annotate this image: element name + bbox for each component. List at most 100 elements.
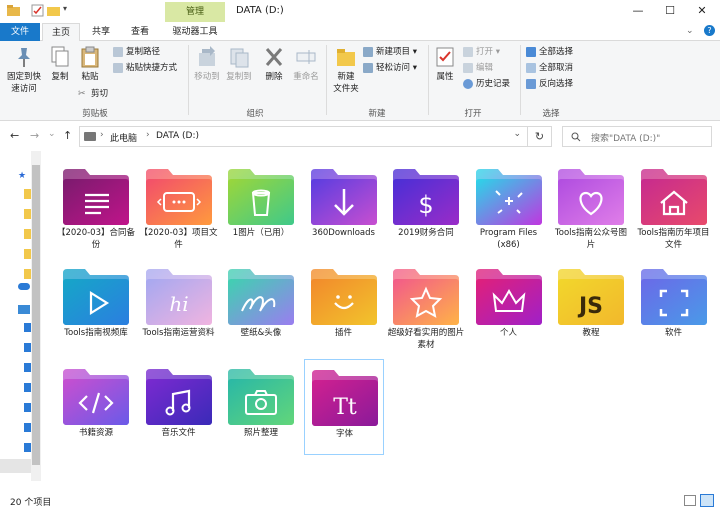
folder-item[interactable]: 1图片（已用） xyxy=(221,159,301,255)
minimize-button[interactable]: — xyxy=(622,0,654,22)
breadcrumb-this-pc[interactable]: 此电脑 xyxy=(110,131,137,144)
properties-button[interactable]: 属性 xyxy=(431,43,459,83)
nav-scrollbar[interactable] xyxy=(31,151,41,481)
folder-item[interactable]: 音乐文件 xyxy=(139,359,219,455)
folder-icon xyxy=(7,5,20,16)
folder-label: 音乐文件 xyxy=(161,428,196,438)
tab-home[interactable]: 主页 xyxy=(42,23,80,42)
up-button[interactable]: ↑ xyxy=(63,129,72,142)
copy-button[interactable]: 复制 xyxy=(46,43,74,83)
details-view-icon[interactable] xyxy=(684,495,696,506)
tab-view[interactable]: 查看 xyxy=(122,23,158,41)
heart-icon xyxy=(558,169,624,225)
tab-share[interactable]: 共享 xyxy=(83,23,119,41)
edit-button[interactable]: 编辑 xyxy=(463,61,493,75)
recent-locations-button[interactable]: ⌄ xyxy=(48,129,56,139)
move-to-icon xyxy=(199,46,215,66)
forward-button[interactable]: → xyxy=(30,129,39,142)
folder-item[interactable]: Tt 字体 xyxy=(303,359,384,455)
quick-access-star-icon[interactable]: ★ xyxy=(18,171,26,181)
refresh-button[interactable]: ↻ xyxy=(528,126,552,147)
folder-item[interactable]: 超级好看实用的图片素材 xyxy=(386,259,466,355)
paste-button[interactable]: 粘贴 xyxy=(76,43,104,83)
ribbon: 固定到快 速访问 复制 粘贴 复制路径 粘贴快捷方式 ✂ 剪切 剪贴板 移动到 复… xyxy=(0,41,720,121)
edit-icon xyxy=(463,62,473,73)
move-to-button[interactable]: 移动到 xyxy=(192,43,222,83)
paste-shortcut-button[interactable]: 粘贴快捷方式 xyxy=(113,61,177,75)
delete-button[interactable]: 删除 xyxy=(261,43,287,83)
pin-icon xyxy=(18,48,30,67)
address-dropdown-icon[interactable]: ⌄ xyxy=(513,129,521,139)
open-button[interactable]: 打开 ▾ xyxy=(463,45,500,59)
folder-item[interactable]: JS 教程 xyxy=(551,259,631,355)
maximize-button[interactable]: ☐ xyxy=(654,0,686,22)
history-button[interactable]: 历史记录 xyxy=(463,77,510,91)
tab-manage-context[interactable]: 管理 xyxy=(165,2,225,22)
move-to-label: 移动到 xyxy=(194,72,220,82)
group-organize-label: 组织 xyxy=(246,109,264,119)
folder-item[interactable]: 软件 xyxy=(634,259,714,355)
copy-to-button[interactable]: 复制到 xyxy=(224,43,254,83)
new-folder-qa-icon[interactable] xyxy=(47,4,60,17)
folder-item[interactable]: 插件 xyxy=(304,259,384,355)
folder-item[interactable]: Program Files (x86) xyxy=(469,159,549,255)
tab-file[interactable]: 文件 xyxy=(0,23,40,41)
copy-to-icon xyxy=(230,48,249,68)
qa-dropdown-icon[interactable]: ▾ xyxy=(63,4,76,17)
search-input[interactable]: 搜索"DATA (D:)" xyxy=(562,126,712,147)
help-icon[interactable]: ? xyxy=(704,25,715,36)
invert-selection-icon xyxy=(526,78,536,89)
svg-text:$: $ xyxy=(418,191,433,219)
crown-icon xyxy=(475,269,542,325)
folder-item[interactable]: 个人 xyxy=(469,259,549,355)
title-bar: ▾ 管理 DATA (D:) — ☐ ✕ xyxy=(0,0,720,23)
folder-item[interactable]: 【2020-03】项目文件 xyxy=(139,159,219,255)
nav-scrollbar-thumb[interactable] xyxy=(32,165,40,465)
new-item-button[interactable]: 新建项目 ▾ xyxy=(363,45,417,59)
tab-drive-tools[interactable]: 驱动器工具 xyxy=(162,23,228,41)
group-new-label: 新建 xyxy=(368,109,386,119)
expand-ribbon-icon[interactable]: ⌄ xyxy=(686,26,694,36)
select-all-button[interactable]: 全部选择 xyxy=(526,45,573,59)
easy-access-icon xyxy=(363,62,373,73)
folder-item[interactable]: hi Tools指南运营资料 xyxy=(139,259,219,355)
folder-item[interactable]: 书籍资源 xyxy=(56,359,136,455)
open-icon xyxy=(463,46,473,57)
pin-quick-access-button[interactable]: 固定到快 速访问 xyxy=(4,43,44,95)
copy-to-label: 复制到 xyxy=(226,72,252,82)
house-icon xyxy=(640,169,707,225)
invert-selection-label: 反向选择 xyxy=(539,79,574,89)
folder-item[interactable]: Tools指南视频库 xyxy=(56,259,136,355)
properties-qa-icon[interactable] xyxy=(31,4,44,17)
invert-selection-button[interactable]: 反向选择 xyxy=(526,77,573,91)
folder-item[interactable]: Tools指南公众号图片 xyxy=(551,159,631,255)
camera-icon xyxy=(228,369,294,425)
folder-item[interactable]: 照片整理 xyxy=(221,359,301,455)
rename-button[interactable]: 重命名 xyxy=(290,43,322,83)
large-icons-view-icon[interactable] xyxy=(700,494,714,507)
new-folder-button[interactable]: 新建 文件夹 xyxy=(329,43,363,95)
breadcrumb-data-drive[interactable]: DATA (D:) xyxy=(156,131,199,141)
new-folder-icon xyxy=(337,49,355,66)
folder-item[interactable]: Tools指南历年项目文件 xyxy=(634,159,714,255)
cut-button[interactable]: ✂ 剪切 xyxy=(78,87,108,101)
ribbon-separator xyxy=(188,45,189,115)
folder-item[interactable]: 壁纸&头像 xyxy=(221,259,301,355)
this-pc-icon[interactable] xyxy=(18,305,30,314)
new-item-icon xyxy=(363,46,373,57)
easy-access-button[interactable]: 轻松访问 ▾ xyxy=(363,61,417,75)
close-button[interactable]: ✕ xyxy=(686,0,718,22)
copy-path-button[interactable]: 复制路径 xyxy=(113,45,160,59)
properties-icon xyxy=(436,47,454,67)
folder-item[interactable]: 360Downloads xyxy=(304,159,384,255)
address-input[interactable]: › 此电脑 › DATA (D:) ⌄ xyxy=(79,126,528,147)
select-none-button[interactable]: 全部取消 xyxy=(526,61,573,75)
folder-item[interactable]: $2019财务合同 xyxy=(386,159,466,255)
folder-item[interactable]: 【2020-03】合同备份 xyxy=(56,159,136,255)
open-label: 打开 xyxy=(476,47,494,57)
back-button[interactable]: ← xyxy=(10,129,19,142)
ribbon-separator xyxy=(520,45,521,115)
selected-nav-item[interactable] xyxy=(0,459,31,473)
onedrive-icon[interactable] xyxy=(18,283,30,290)
typeface-icon: Tt xyxy=(311,370,378,426)
